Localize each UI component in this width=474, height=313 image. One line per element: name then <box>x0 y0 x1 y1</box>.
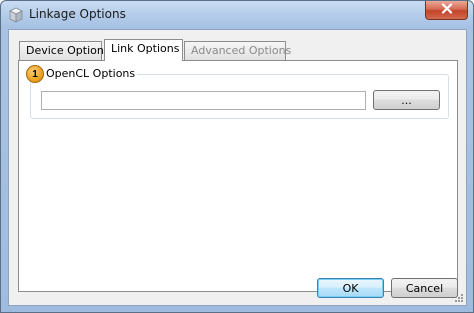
browse-button[interactable]: ... <box>373 90 440 110</box>
close-button[interactable] <box>425 1 468 20</box>
resize-grip-icon[interactable] <box>454 293 464 303</box>
dialog-client-area: Device Options Link Options Advanced Opt… <box>8 29 467 306</box>
opencl-options-group: 1 OpenCL Options ... <box>26 65 449 119</box>
tab-link-options[interactable]: Link Options <box>104 39 183 61</box>
tab-advanced-options: Advanced Options <box>184 41 291 60</box>
opencl-path-input[interactable] <box>41 91 366 110</box>
opencl-options-label: OpenCL Options <box>44 67 138 80</box>
dialog-window: Linkage Options Device Options Link Opti… <box>0 0 474 313</box>
tab-device-options[interactable]: Device Options <box>19 41 110 60</box>
title-bar[interactable]: Linkage Options <box>1 1 473 29</box>
window-title: Linkage Options <box>29 7 126 21</box>
cube-icon <box>8 7 24 23</box>
ok-button[interactable]: OK <box>317 278 384 298</box>
step-badge: 1 <box>26 65 44 83</box>
link-options-panel: 1 OpenCL Options ... <box>18 60 458 292</box>
cancel-button[interactable]: Cancel <box>391 278 458 298</box>
close-icon <box>441 3 453 17</box>
